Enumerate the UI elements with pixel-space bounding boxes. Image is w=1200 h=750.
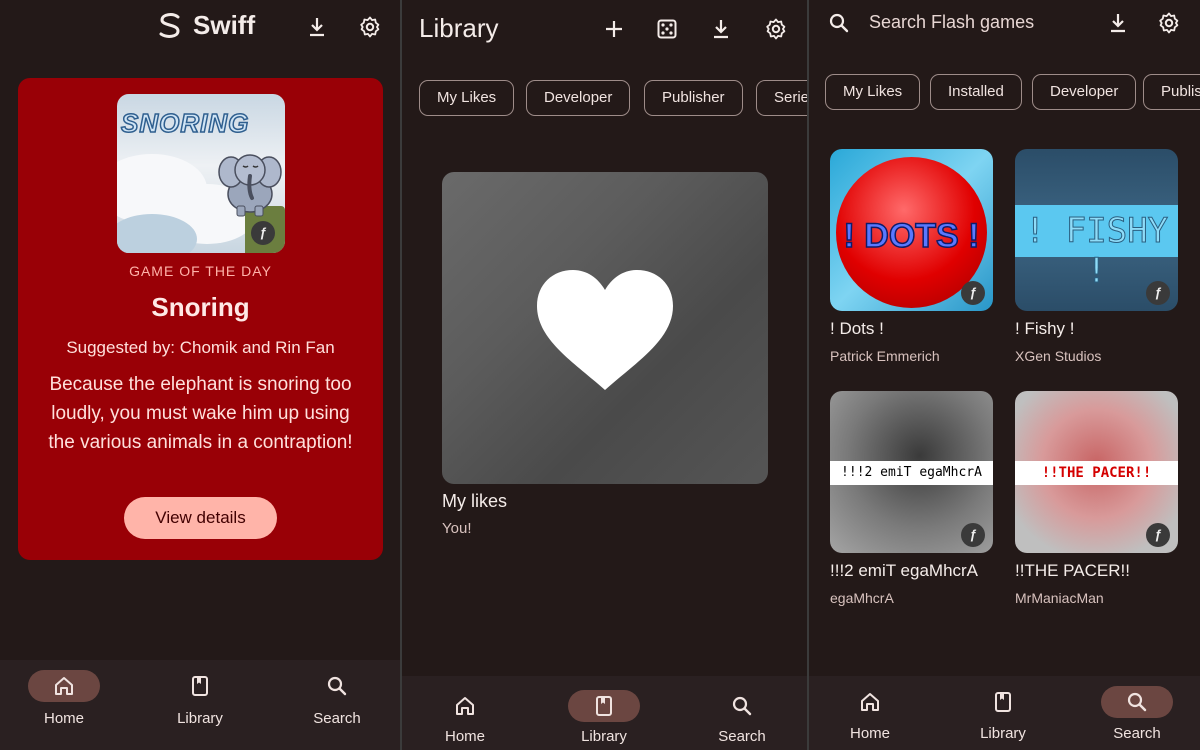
game-developer: Patrick Emmerich	[830, 348, 940, 364]
home-icon	[453, 694, 477, 718]
game-of-the-day-card[interactable]: SNORING ƒ GAME OF THE DAY Snoring Sugges…	[18, 78, 383, 560]
download-icon[interactable]	[709, 17, 733, 41]
elephant-icon	[217, 146, 283, 218]
game-title: !!THE PACER!!	[1015, 561, 1130, 580]
chip-developer[interactable]: Developer	[526, 80, 631, 116]
playlist-title: My likes	[442, 491, 508, 511]
nav-label: Library	[581, 728, 627, 745]
flash-badge-icon: ƒ	[1146, 281, 1170, 305]
home-icon	[52, 674, 76, 698]
game-title: ! Fishy !	[1015, 319, 1075, 338]
heart-icon	[535, 268, 675, 393]
search-icon	[1125, 690, 1149, 714]
flash-badge-icon: ƒ	[961, 281, 985, 305]
book-icon	[188, 674, 212, 698]
nav-item-home[interactable]: Home	[820, 686, 920, 746]
gear-icon[interactable]	[1157, 11, 1181, 35]
thumbnail-text: !!!2 emiT egaMhcrA	[830, 461, 993, 485]
nav-item-search[interactable]: Search	[1087, 686, 1187, 746]
app-title: Swiff	[193, 10, 256, 40]
game-title: Snoring	[151, 292, 250, 322]
bottom-navigation: Home Library Search	[0, 660, 400, 750]
nav-item-library[interactable]: Library	[953, 686, 1053, 746]
chip-series[interactable]: Series	[756, 80, 807, 116]
nav-item-library[interactable]: Library	[554, 690, 654, 750]
dice-icon[interactable]	[655, 17, 679, 41]
nav-label: Search	[1113, 725, 1161, 742]
nav-item-home[interactable]: Home	[415, 690, 515, 750]
view-details-button[interactable]: View details	[124, 497, 277, 539]
thumbnail-text: !!THE PACER!!	[1015, 461, 1178, 485]
nav-label: Library	[980, 725, 1026, 742]
game-of-the-day-label: GAME OF THE DAY	[129, 263, 272, 279]
playlist-tile-my-likes[interactable]	[442, 172, 768, 484]
page-title: Library	[419, 13, 499, 43]
search-screen: Search Flash games My Likes Installed De…	[809, 0, 1200, 750]
nav-label: Search	[313, 710, 361, 727]
bottom-navigation: Home Library Search	[402, 676, 807, 750]
download-icon[interactable]	[305, 15, 329, 39]
swiff-logo-icon	[157, 12, 183, 40]
chip-developer[interactable]: Developer	[1032, 74, 1137, 110]
thumbnail-text: ! DOTS !	[843, 216, 980, 256]
book-icon	[592, 694, 616, 718]
game-developer: egaMhcrA	[830, 590, 894, 606]
library-screen: Library My Likes Developer Publisher Ser…	[402, 0, 807, 750]
search-icon	[325, 674, 349, 698]
flash-badge-icon: ƒ	[1146, 523, 1170, 547]
chip-my-likes[interactable]: My Likes	[419, 80, 515, 116]
add-icon[interactable]	[602, 17, 626, 41]
nav-label: Library	[177, 710, 223, 727]
game-tile-fishy[interactable]: ! FISHY ! ƒ	[1015, 149, 1178, 311]
nav-label: Home	[849, 725, 890, 742]
playlist-subtitle: You!	[442, 520, 472, 537]
bottom-navigation: Home Library Search	[809, 676, 1200, 750]
chip-publisher[interactable]: Publisher	[1143, 74, 1200, 110]
home-icon	[858, 690, 882, 714]
search-input[interactable]: Search Flash games	[869, 12, 1034, 33]
game-tile-archmage[interactable]: !!!2 emiT egaMhcrA ƒ	[830, 391, 993, 553]
game-tile-dots[interactable]: ! DOTS ! ƒ	[830, 149, 993, 311]
thumbnail-word: SNORING	[120, 107, 250, 139]
nav-item-search[interactable]: Search	[287, 670, 387, 740]
download-icon[interactable]	[1106, 11, 1130, 35]
game-description: Because the elephant is snoring too loud…	[48, 374, 353, 453]
game-title: !!!2 emiT egaMhcrA	[830, 561, 979, 580]
nav-item-home[interactable]: Home	[14, 670, 114, 740]
game-developer: MrManiacMan	[1015, 590, 1104, 606]
gear-icon[interactable]	[358, 15, 382, 39]
game-title: ! Dots !	[830, 319, 884, 338]
nav-item-library[interactable]: Library	[150, 670, 250, 740]
flash-badge-icon: ƒ	[251, 221, 275, 245]
screens: Swiff SNORING ƒ GAME OF THE DAY Snoring …	[0, 0, 1200, 750]
search-icon	[730, 694, 754, 718]
chip-my-likes[interactable]: My Likes	[825, 74, 921, 110]
game-thumbnail[interactable]: SNORING ƒ	[117, 94, 285, 253]
flash-badge-icon: ƒ	[961, 523, 985, 547]
nav-label: Home	[444, 728, 485, 745]
nav-label: Search	[718, 728, 766, 745]
nav-label: Home	[43, 710, 84, 727]
suggested-by: Suggested by: Chomik and Rin Fan	[66, 338, 335, 357]
nav-item-search[interactable]: Search	[692, 690, 792, 750]
chip-installed[interactable]: Installed	[930, 74, 1022, 110]
book-icon	[991, 690, 1015, 714]
thumbnail-text: ! FISHY !	[1024, 211, 1169, 292]
chip-publisher[interactable]: Publisher	[644, 80, 743, 116]
search-icon[interactable]	[827, 11, 851, 35]
home-screen: Swiff SNORING ƒ GAME OF THE DAY Snoring …	[0, 0, 400, 750]
game-developer: XGen Studios	[1015, 348, 1102, 364]
game-tile-pacer[interactable]: !!THE PACER!! ƒ	[1015, 391, 1178, 553]
gear-icon[interactable]	[764, 17, 788, 41]
